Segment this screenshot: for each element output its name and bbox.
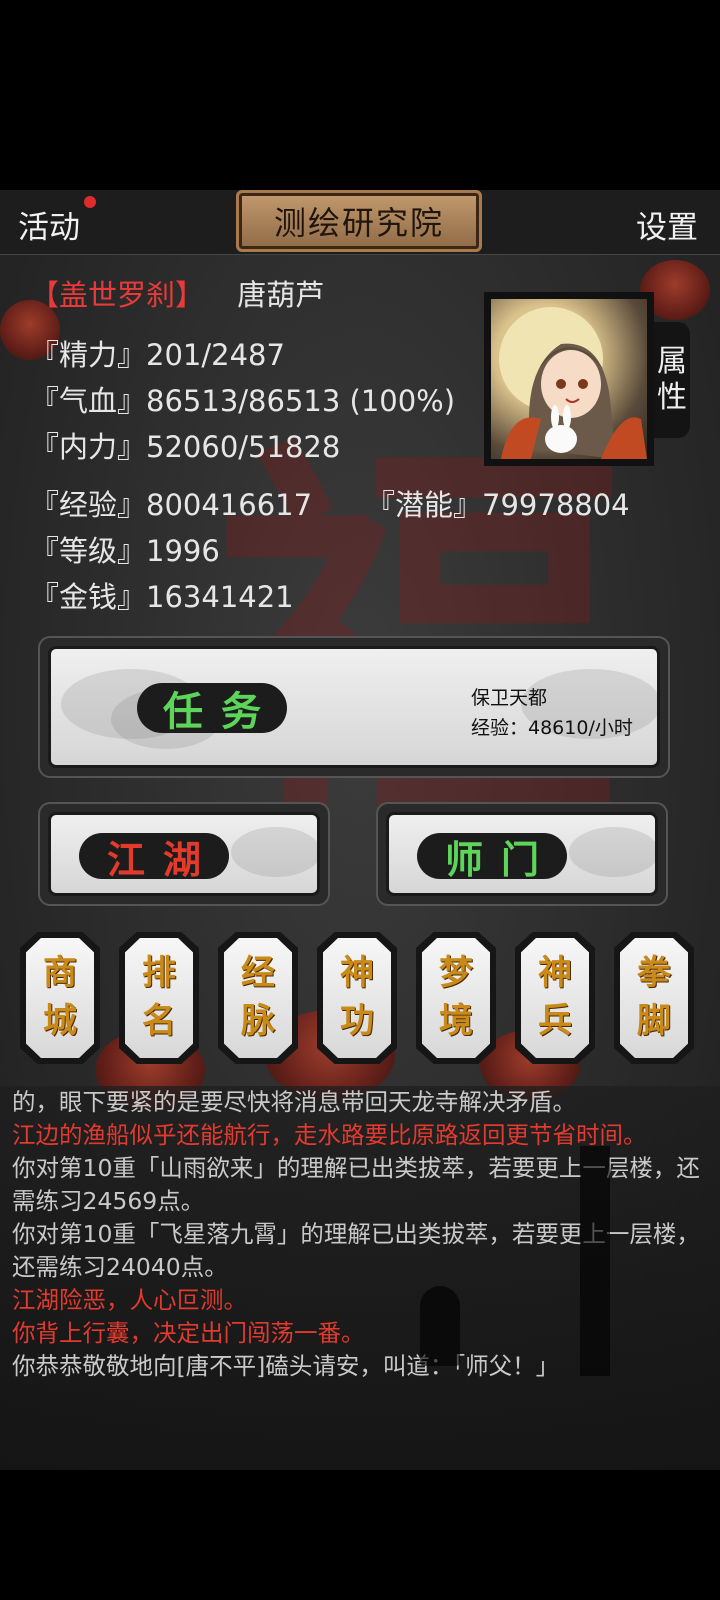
log-line: 的，眼下要紧的是要尽快将消息带回天龙寺解决矛盾。: [12, 1088, 576, 1116]
quest-button[interactable]: 任务: [137, 683, 287, 735]
stat-health: 『气血』86513/86513 (100%): [30, 384, 456, 418]
location-title-text: 测绘研究院: [273, 204, 444, 242]
notification-dot: [84, 196, 96, 208]
stat-level: 『等级』1996: [30, 534, 220, 568]
character-avatar[interactable]: [484, 292, 654, 466]
stat-internal-power: 『内力』52060/51828: [30, 430, 341, 464]
quest-name: 保卫天都: [471, 687, 548, 709]
quest-exp-rate: 经验：48610/小时: [471, 717, 633, 740]
stat-money: 『金钱』16341421: [30, 580, 294, 614]
character-rank: 【盖世罗刹】: [30, 278, 205, 312]
attributes-tab[interactable]: 属 性: [654, 322, 690, 438]
character-name: 唐葫芦: [237, 278, 325, 312]
message-log[interactable]: 的，眼下要紧的是要尽快将消息带回天龙寺解决矛盾。 江边的渔船似乎还能航行，走水路…: [0, 1086, 720, 1470]
log-line: 你背上行囊，决定出门闯荡一番。: [12, 1319, 365, 1347]
menu-divine-weapon[interactable]: 神兵: [515, 932, 595, 1064]
jianghu-panel[interactable]: 江湖: [38, 802, 330, 906]
stat-potential: 『潜能』79978804: [366, 488, 630, 522]
game-screen: 福 活动 测绘研究院 设置 【盖世罗刹】 唐葫芦 『精力』201/2487 『气…: [0, 190, 720, 1470]
menu-dreamland[interactable]: 梦境: [416, 932, 496, 1064]
log-line: 江湖险恶，人心叵测。: [12, 1286, 247, 1314]
menu-meridians[interactable]: 经脉: [218, 932, 298, 1064]
shimen-panel[interactable]: 师门: [376, 802, 668, 906]
log-line: 江边的渔船似乎还能航行，走水路要比原路返回更节省时间。: [12, 1121, 647, 1149]
quest-info: 保卫天都 经验：48610/小时: [471, 683, 633, 744]
log-line: 你对第10重「山雨欲来」的理解已出类拔萃，若要更上一层楼，还需练习24569点。: [12, 1154, 700, 1215]
log-line: 你对第10重「飞星落九霄」的理解已出类拔萃，若要更上一层楼，还需练习24040点…: [12, 1220, 700, 1281]
top-bar: 活动 测绘研究院 设置: [0, 190, 720, 255]
menu-divine-skill[interactable]: 神功: [317, 932, 397, 1064]
menu-shop[interactable]: 商城: [20, 932, 100, 1064]
jianghu-button[interactable]: 江湖: [79, 833, 229, 882]
stat-energy: 『精力』201/2487: [30, 338, 285, 372]
menu-fist-kick[interactable]: 拳脚: [614, 932, 694, 1064]
stat-experience: 『经验』800416617: [30, 488, 313, 522]
shimen-button[interactable]: 师门: [417, 833, 567, 882]
activities-button[interactable]: 活动: [18, 202, 80, 247]
settings-button[interactable]: 设置: [636, 202, 698, 247]
menu-ranking[interactable]: 排名: [119, 932, 199, 1064]
quest-panel[interactable]: 任务 保卫天都 经验：48610/小时: [38, 636, 670, 778]
log-line: 你恭恭敬敬地向[唐不平]磕头请安，叫道：「师父！」: [12, 1352, 560, 1380]
avatar-portrait: [491, 299, 647, 459]
location-title: 测绘研究院: [236, 190, 482, 252]
